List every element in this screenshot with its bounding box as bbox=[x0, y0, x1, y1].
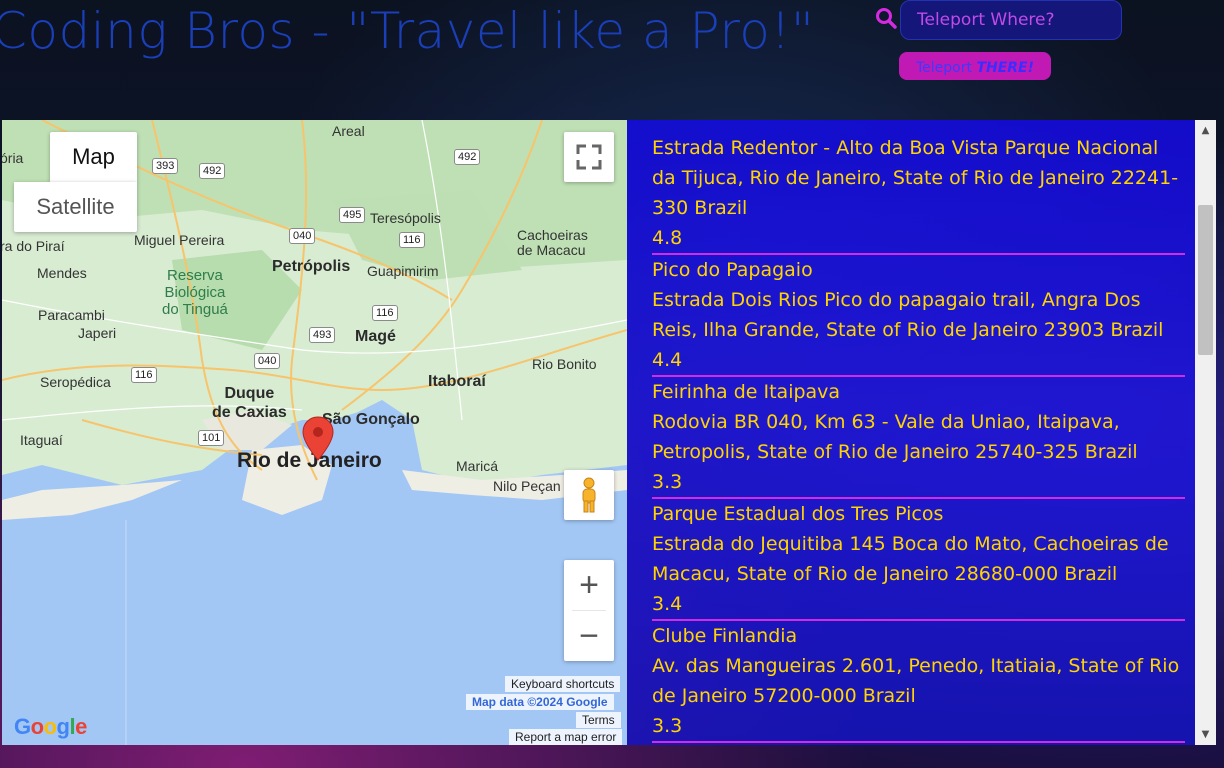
place-name: Feirinha de Itaipava bbox=[652, 381, 841, 403]
map-label-rio-bonito: Rio Bonito bbox=[532, 356, 597, 372]
terms-link[interactable]: Terms bbox=[576, 712, 621, 728]
map-view[interactable]: Areal Teresópolis Cachoeiras de Macacu M… bbox=[2, 120, 627, 745]
place-address: Rodovia BR 040, Km 63 - Vale da Uniao, I… bbox=[652, 411, 1138, 463]
page-title: Coding Bros - "Travel like a Pro!" bbox=[0, 2, 815, 60]
report-map-error-link[interactable]: Report a map error bbox=[509, 729, 623, 745]
place-rating: 3.3 bbox=[652, 471, 683, 493]
map-label-miguel-pereira: Miguel Pereira bbox=[134, 232, 225, 248]
road-shield: 493 bbox=[309, 327, 336, 343]
google-logo: Google bbox=[14, 714, 87, 739]
place-rating: 3.4 bbox=[652, 593, 683, 615]
fullscreen-button[interactable] bbox=[564, 132, 614, 182]
road-shield: 492 bbox=[199, 163, 226, 179]
road-shield: 116 bbox=[399, 232, 425, 248]
road-shield: 492 bbox=[454, 149, 481, 165]
list-item[interactable]: Pico do Papagaio Estrada Dois Rios Pico … bbox=[652, 255, 1185, 377]
place-rating: 4.8 bbox=[652, 227, 683, 249]
list-item[interactable]: Clube Finlandia Av. das Mangueiras 2.601… bbox=[652, 621, 1185, 743]
place-name bbox=[652, 120, 1185, 133]
map-label-mendes: Mendes bbox=[37, 265, 87, 281]
place-name: Parque Estadual dos Tres Picos bbox=[652, 503, 944, 525]
scroll-down-arrow-icon[interactable]: ▼ bbox=[1195, 724, 1216, 745]
map-label-petropolis: Petrópolis bbox=[272, 258, 351, 275]
road-shield: 393 bbox=[152, 158, 179, 174]
map-data-attribution: Map data ©2024 Google bbox=[466, 694, 614, 710]
map-label-dorai: ra do Piraí bbox=[2, 238, 65, 254]
search-icon[interactable] bbox=[874, 6, 898, 30]
map-label-itaguai: Itaguaí bbox=[20, 432, 63, 448]
road-shield: 040 bbox=[289, 228, 316, 244]
map-label-guapimirim: Guapimirim bbox=[367, 263, 439, 279]
street-view-button[interactable] bbox=[564, 470, 614, 520]
results-list: Estrada Redentor - Alto da Boa Vista Par… bbox=[652, 120, 1185, 743]
place-address: Estrada Dois Rios Pico do papagaio trail… bbox=[652, 289, 1164, 341]
zoom-in-button[interactable]: + bbox=[564, 560, 614, 610]
map-label-nilo-pecanha: Nilo Peçan bbox=[493, 478, 561, 494]
place-address: Estrada do Jequitiba 145 Boca do Mato, C… bbox=[652, 533, 1169, 585]
map-label-areal: Areal bbox=[332, 123, 365, 139]
results-scrollbar[interactable]: ▲ ▼ bbox=[1195, 120, 1216, 745]
place-address: Estrada Redentor - Alto da Boa Vista Par… bbox=[652, 137, 1179, 219]
map-label-vitoria: ória bbox=[2, 150, 24, 166]
map-label-duque-de-caxias: Duque de Caxias bbox=[212, 385, 287, 421]
map-type-satellite-button[interactable]: Satellite bbox=[14, 182, 137, 232]
place-address: Av. das Mangueiras 2.601, Penedo, Itatia… bbox=[652, 655, 1180, 707]
scroll-up-arrow-icon[interactable]: ▲ bbox=[1195, 120, 1216, 141]
keyboard-shortcuts-link[interactable]: Keyboard shortcuts bbox=[505, 676, 621, 692]
place-name: Clube Finlandia bbox=[652, 625, 798, 647]
fullscreen-icon bbox=[576, 144, 602, 170]
map-label-seropedica: Seropédica bbox=[40, 374, 111, 390]
map-label-marica: Maricá bbox=[456, 458, 499, 474]
teleport-emphasis: THERE! bbox=[976, 60, 1034, 76]
map-label-paracambi: Paracambi bbox=[38, 307, 105, 323]
list-item[interactable]: Feirinha de Itaipava Rodovia BR 040, Km … bbox=[652, 377, 1185, 499]
map-label-japeri: Japeri bbox=[78, 325, 117, 341]
road-shield: 495 bbox=[339, 207, 366, 223]
map-marker-icon[interactable] bbox=[302, 416, 334, 462]
zoom-out-button[interactable]: − bbox=[564, 611, 614, 661]
map-label-itaborai: Itaboraí bbox=[428, 373, 486, 390]
map-label-cachoeiras: Cachoeiras de Macacu bbox=[517, 227, 588, 258]
list-item[interactable]: Parque Estadual dos Tres Picos Estrada d… bbox=[652, 499, 1185, 621]
road-shield: 101 bbox=[198, 430, 225, 446]
teleport-label: Teleport bbox=[916, 60, 977, 76]
teleport-button[interactable]: Teleport THERE! bbox=[899, 52, 1051, 80]
scroll-thumb[interactable] bbox=[1198, 205, 1213, 355]
map-type-map-button[interactable]: Map bbox=[50, 132, 137, 182]
road-shield: 116 bbox=[372, 305, 398, 321]
place-rating: 3.3 bbox=[652, 715, 683, 737]
road-shield: 116 bbox=[131, 367, 157, 383]
place-name: Pico do Papagaio bbox=[652, 259, 813, 281]
search-input[interactable] bbox=[900, 0, 1122, 40]
place-rating: 4.4 bbox=[652, 349, 683, 371]
map-label-mage: Magé bbox=[355, 328, 396, 345]
pegman-icon bbox=[582, 477, 596, 513]
map-label-sao-goncalo: São Gonçalo bbox=[322, 411, 420, 428]
map-label-reserva: Reserva Biológica do Tinguá bbox=[162, 267, 228, 318]
map-label-teresopolis: Teresópolis bbox=[370, 210, 441, 226]
zoom-controls: + − bbox=[564, 560, 614, 661]
list-item[interactable]: Estrada Redentor - Alto da Boa Vista Par… bbox=[652, 120, 1185, 255]
results-panel[interactable]: Estrada Redentor - Alto da Boa Vista Par… bbox=[627, 120, 1216, 745]
road-shield: 040 bbox=[254, 353, 281, 369]
